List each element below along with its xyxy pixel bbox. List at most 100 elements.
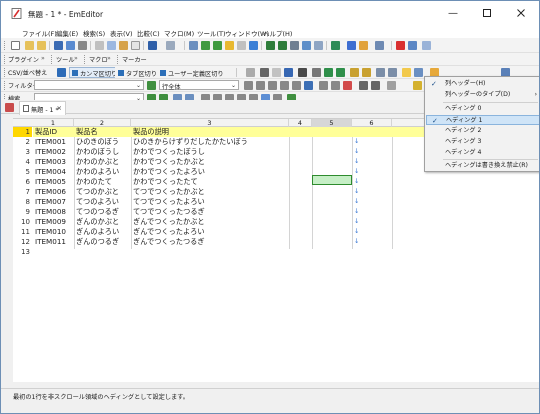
filter-regex-icon[interactable] xyxy=(268,81,277,90)
maximize-button[interactable] xyxy=(470,1,504,25)
csv-mode-icon[interactable] xyxy=(266,41,275,50)
table-cell[interactable]: かわでつくったぼうし xyxy=(133,147,205,157)
table-row[interactable] xyxy=(33,247,539,257)
table-cell[interactable]: ITEM001 xyxy=(35,137,66,147)
table-row[interactable]: ITEM009 ぎんのかぶと ぎんでつくったかぶと ↓ xyxy=(33,217,539,227)
column-width-icon[interactable] xyxy=(414,68,423,77)
tools-icon[interactable] xyxy=(422,41,431,50)
menu-item[interactable]: ヘディング 3 xyxy=(426,137,539,147)
filter-advanced-icon[interactable] xyxy=(304,81,313,90)
table-cell[interactable]: かわでつくったたて xyxy=(133,177,198,187)
undo-icon[interactable] xyxy=(148,41,157,50)
table-cell[interactable]: かわでつくったよろい xyxy=(133,167,205,177)
cell-icon[interactable] xyxy=(272,68,281,77)
table-row[interactable]: ITEM008 てつのつるぎ てつでつくったつるぎ ↓ xyxy=(33,207,539,217)
column-header[interactable]: 3 xyxy=(131,119,289,127)
filter-bookmark-icon[interactable] xyxy=(413,81,422,90)
close-button[interactable] xyxy=(504,1,538,25)
filter-input[interactable]: ⌄ xyxy=(34,80,144,90)
table-row[interactable]: ITEM011 ぎんのつるぎ ぎんでつくったつるぎ ↓ xyxy=(33,237,539,247)
filter-word-icon[interactable] xyxy=(256,81,265,90)
config-icon[interactable] xyxy=(375,41,384,50)
heading-icon[interactable] xyxy=(402,68,411,77)
copy-icon[interactable] xyxy=(107,41,116,50)
table-cell[interactable]: 製品の説明 xyxy=(133,127,169,137)
table-cell[interactable]: ぎんのつるぎ xyxy=(76,237,119,247)
window-split-icon[interactable] xyxy=(302,41,311,50)
filter-more-icon[interactable] xyxy=(387,81,396,90)
table-cell[interactable]: てつのよろい xyxy=(76,197,119,207)
table-cell[interactable]: ぎんでつくったかぶと xyxy=(133,217,205,227)
macro-icon[interactable] xyxy=(331,41,340,50)
grid-icon[interactable] xyxy=(290,41,299,50)
run-macro-icon[interactable] xyxy=(408,41,417,50)
selected-cell[interactable] xyxy=(312,175,352,185)
table-row[interactable]: ITEM005 かわのたて かわでつくったたて ↓ xyxy=(33,177,539,187)
comma-separated-button[interactable]: カンマ区切り xyxy=(69,67,121,78)
menu-item[interactable]: ヘディング 2 xyxy=(426,126,539,136)
text-mode-icon[interactable] xyxy=(249,41,258,50)
table-cell[interactable]: ITEM004 xyxy=(35,167,66,177)
save-icon[interactable] xyxy=(54,41,63,50)
user-defined-separated-button[interactable]: ユーザー定義区切り xyxy=(157,67,227,78)
marker-toolbar-label[interactable]: マーカー xyxy=(122,55,147,64)
wrap-icon[interactable] xyxy=(314,41,323,50)
record-macro-icon[interactable] xyxy=(396,41,405,50)
menu-item[interactable]: ヘディング 4 xyxy=(426,148,539,158)
tools-toolbar-label[interactable]: ツール xyxy=(56,55,75,64)
redo-icon[interactable] xyxy=(166,41,175,50)
column-header[interactable]: 2 xyxy=(74,119,131,127)
menu-search[interactable]: 検索(S) xyxy=(83,28,105,38)
table-cell[interactable]: ぎんのよろい xyxy=(76,227,119,237)
table-cell[interactable]: ひのきのぼう xyxy=(76,137,119,147)
menu-item[interactable]: ✓ ヘディング 1 xyxy=(426,115,539,125)
table-cell[interactable]: 製品ID xyxy=(35,127,57,137)
table-cell[interactable]: ITEM009 xyxy=(35,217,66,227)
table-row[interactable]: ITEM007 てつのよろい てつでつくったよろい ↓ xyxy=(33,197,539,207)
filter-down-icon[interactable] xyxy=(371,81,380,90)
menu-macro[interactable]: マクロ(M) xyxy=(164,28,194,38)
minimize-button[interactable]: — xyxy=(436,1,470,25)
toolbar-chevron[interactable]: » xyxy=(107,55,111,62)
table-cell[interactable]: ITEM011 xyxy=(35,237,66,247)
tsv-mode-icon[interactable] xyxy=(278,41,287,50)
column-header[interactable]: 1 xyxy=(33,119,74,127)
csv-sort-label[interactable]: CSV/並べ替え xyxy=(8,68,47,77)
table-cell[interactable]: てつのつるぎ xyxy=(76,207,119,217)
table-cell[interactable]: ITEM010 xyxy=(35,227,66,237)
filter-icon[interactable] xyxy=(347,41,356,50)
save-all-icon[interactable] xyxy=(66,41,75,50)
table-cell[interactable]: かわのよろい xyxy=(76,167,119,177)
menu-help[interactable]: ヘルプ(H) xyxy=(263,28,292,38)
find-icon[interactable] xyxy=(189,41,198,50)
open-folder-icon[interactable] xyxy=(37,41,46,50)
menu-item[interactable]: ✓ 列ヘッダー(H) xyxy=(426,79,539,89)
find-previous-icon[interactable] xyxy=(213,41,222,50)
table-cell[interactable]: かわのぼうし xyxy=(76,147,119,157)
table-cell[interactable]: ITEM006 xyxy=(35,187,66,197)
csv-mode-icon[interactable] xyxy=(57,68,66,77)
paste-icon[interactable] xyxy=(119,41,128,50)
print-icon[interactable] xyxy=(78,41,87,50)
table-cell[interactable]: てつでつくったつるぎ xyxy=(133,207,205,217)
menu-item[interactable]: ヘディング 0 xyxy=(426,104,539,114)
filter-not-icon[interactable] xyxy=(280,81,289,90)
table-cell[interactable]: ぎんでつくったつるぎ xyxy=(133,237,205,247)
table-cell[interactable]: 製品名 xyxy=(76,127,98,137)
table-cell[interactable]: てつでつくったよろい xyxy=(133,197,205,207)
menu-edit[interactable]: 編集(E) xyxy=(56,28,78,38)
toolbar-chevron[interactable]: » xyxy=(74,55,78,62)
clipboard-icon[interactable] xyxy=(131,41,140,50)
table-cell[interactable]: ITEM002 xyxy=(35,147,66,157)
filter-options-icon[interactable] xyxy=(292,81,301,90)
table-cell[interactable]: ITEM005 xyxy=(35,177,66,187)
table-cell[interactable]: ひのきからけずりだしたかたいぼう xyxy=(133,137,248,147)
table-row[interactable]: ITEM006 てつのかぶと てつでつくったかぶと ↓ xyxy=(33,187,539,197)
table-cell[interactable]: かわのたて xyxy=(76,177,112,187)
table-row[interactable]: ITEM010 ぎんのよろい ぎんでつくったよろい ↓ xyxy=(33,227,539,237)
tab-close-icon[interactable]: × xyxy=(57,104,62,112)
column-header[interactable]: 4 xyxy=(289,119,312,127)
table-cell[interactable]: ぎんでつくったよろい xyxy=(133,227,205,237)
menu-view[interactable]: 表示(V) xyxy=(110,28,133,38)
menu-item[interactable]: ヘディングは書き換え禁止(R) xyxy=(426,161,539,171)
